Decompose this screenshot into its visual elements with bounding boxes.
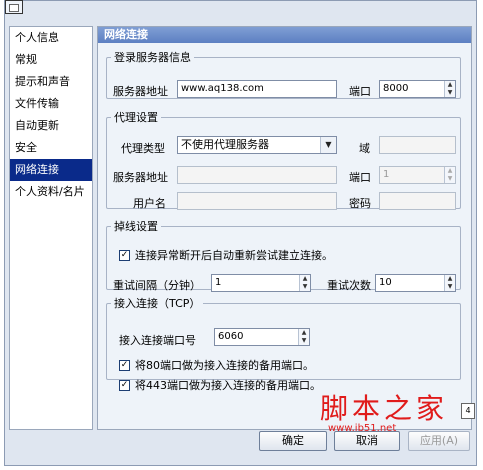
proxy-port-label: 端口 bbox=[349, 171, 371, 184]
incoming-legend: 接入连接（TCP） bbox=[114, 297, 201, 310]
server-port-label: 端口 bbox=[349, 85, 371, 98]
sidebar-item-alerts-sounds[interactable]: 提示和声音 bbox=[10, 71, 92, 93]
use-port80-checkbox[interactable]: ✓ 将80端口做为接入连接的备用端口。 bbox=[119, 357, 314, 373]
proxy-domain-label: 域 bbox=[359, 142, 370, 155]
server-port-input[interactable]: 8000 ▲ ▼ bbox=[379, 80, 456, 98]
proxy-type-value: 不使用代理服务器 bbox=[181, 138, 269, 151]
proxy-password-label: 密码 bbox=[349, 197, 371, 210]
use-port443-check-icon: ✓ bbox=[119, 379, 130, 391]
incoming-port-label: 接入连接端口号 bbox=[119, 334, 196, 347]
cancel-button[interactable]: 取消 bbox=[334, 431, 400, 451]
incoming-port-value: 6060 bbox=[218, 331, 244, 342]
incoming-port-spinner[interactable]: ▲ ▼ bbox=[298, 329, 309, 345]
dropdown-arrow-icon[interactable]: ▼ bbox=[320, 137, 336, 153]
network-settings-panel: 网络连接 登录服务器信息 服务器地址 www.aq138.com 端口 8000… bbox=[97, 26, 472, 430]
proxy-address-label: 服务器地址 bbox=[113, 171, 168, 184]
proxy-password-input[interactable] bbox=[379, 192, 456, 210]
proxy-domain-input[interactable] bbox=[379, 136, 456, 154]
watermark-title: 脚本之家 bbox=[320, 392, 449, 425]
apply-button[interactable]: 应用(A) bbox=[408, 431, 470, 451]
sidebar-item-personal-info[interactable]: 个人信息 bbox=[10, 27, 92, 49]
sidebar-item-profile-card[interactable]: 个人资料/名片 bbox=[10, 181, 92, 203]
panel-title: 网络连接 bbox=[98, 27, 471, 43]
sidebar-item-file-transfer[interactable]: 文件传输 bbox=[10, 93, 92, 115]
login-server-legend: 登录服务器信息 bbox=[114, 51, 191, 64]
server-port-spinner[interactable]: ▲ ▼ bbox=[444, 81, 455, 97]
incoming-port-input[interactable]: 6060 ▲ ▼ bbox=[214, 328, 310, 346]
use-port443-checkbox[interactable]: ✓ 将443端口做为接入连接的备用端口。 bbox=[119, 377, 321, 393]
proxy-username-label: 用户名 bbox=[133, 197, 166, 210]
use-port443-label: 将443端口做为接入连接的备用端口。 bbox=[135, 379, 321, 392]
retry-count-value: 10 bbox=[379, 277, 392, 288]
proxy-legend: 代理设置 bbox=[114, 111, 158, 124]
retry-interval-value: 1 bbox=[215, 277, 222, 288]
sidebar-item-general[interactable]: 常规 bbox=[10, 49, 92, 71]
settings-sidebar: 个人信息 常规 提示和声音 文件传输 自动更新 安全 网络连接 个人资料/名片 bbox=[9, 26, 93, 430]
proxy-type-label: 代理类型 bbox=[121, 142, 165, 155]
proxy-type-select[interactable]: 不使用代理服务器 ▼ bbox=[177, 136, 337, 154]
proxy-port-spinner[interactable]: ▲ ▼ bbox=[444, 167, 455, 183]
proxy-address-input[interactable] bbox=[177, 166, 337, 184]
retry-interval-spinner[interactable]: ▲ ▼ bbox=[299, 275, 310, 291]
ok-button[interactable]: 确定 bbox=[259, 431, 327, 451]
proxy-group: 代理设置 代理类型 不使用代理服务器 ▼ 域 服务器地址 端口 1 ▲ ▼ 用户名… bbox=[106, 109, 461, 210]
side-tag: 4 bbox=[461, 403, 475, 419]
retry-count-input[interactable]: 10 ▲ ▼ bbox=[375, 274, 456, 292]
server-port-value: 8000 bbox=[383, 83, 409, 94]
retry-interval-input[interactable]: 1 ▲ ▼ bbox=[211, 274, 311, 292]
disconnect-group: 掉线设置 ✓ 连接异常断开后自动重新尝试建立连接。 重试间隔（分钟） 1 ▲ ▼ … bbox=[106, 218, 461, 292]
server-address-input[interactable]: www.aq138.com bbox=[177, 80, 337, 98]
retry-count-spinner[interactable]: ▲ ▼ bbox=[444, 275, 455, 291]
sidebar-item-security[interactable]: 安全 bbox=[10, 137, 92, 159]
site-watermark: 脚本之家 www.jb51.net bbox=[320, 387, 450, 437]
proxy-username-input[interactable] bbox=[177, 192, 337, 210]
retry-interval-label: 重试间隔（分钟） bbox=[113, 279, 201, 292]
sidebar-item-network[interactable]: 网络连接 bbox=[10, 159, 92, 181]
incoming-connection-group: 接入连接（TCP） 接入连接端口号 6060 ▲ ▼ ✓ 将80端口做为接入连接的… bbox=[106, 295, 461, 392]
login-server-group: 登录服务器信息 服务器地址 www.aq138.com 端口 8000 ▲ ▼ bbox=[106, 49, 461, 99]
use-port80-check-icon: ✓ bbox=[119, 359, 130, 371]
use-port80-label: 将80端口做为接入连接的备用端口。 bbox=[135, 359, 314, 372]
proxy-port-value: 1 bbox=[383, 169, 390, 180]
auto-reconnect-check-icon: ✓ bbox=[119, 249, 130, 261]
server-address-label: 服务器地址 bbox=[113, 85, 168, 98]
auto-reconnect-label: 连接异常断开后自动重新尝试建立连接。 bbox=[135, 249, 333, 262]
sidebar-item-auto-update[interactable]: 自动更新 bbox=[10, 115, 92, 137]
app-icon bbox=[5, 0, 23, 14]
disconnect-legend: 掉线设置 bbox=[114, 220, 158, 233]
retry-count-label: 重试次数 bbox=[327, 279, 371, 292]
proxy-port-input[interactable]: 1 ▲ ▼ bbox=[379, 166, 456, 184]
auto-reconnect-checkbox[interactable]: ✓ 连接异常断开后自动重新尝试建立连接。 bbox=[119, 247, 333, 263]
